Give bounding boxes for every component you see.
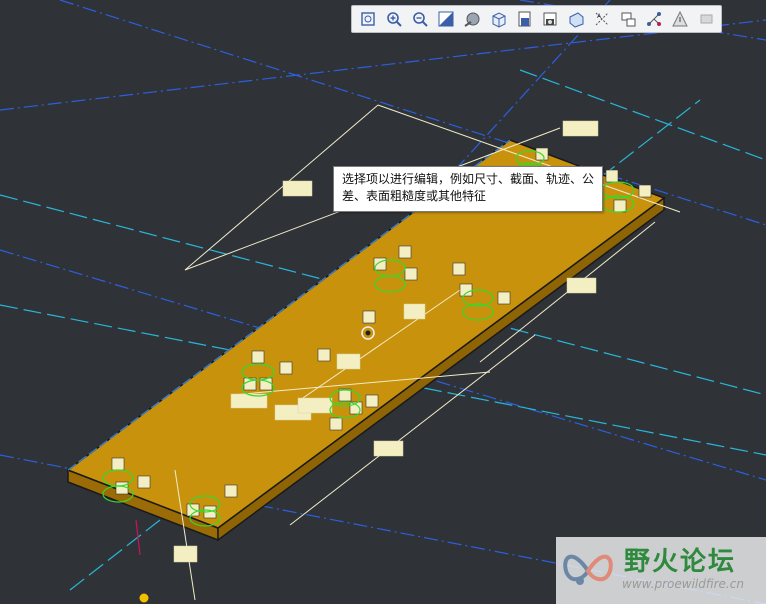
csys-origin-marker [138,592,150,604]
spin-center-button[interactable] [642,8,666,30]
saved-views-icon [518,11,531,27]
view-manager-button[interactable] [538,8,562,30]
model-scene[interactable] [0,0,766,604]
repaint-icon [438,11,454,27]
view-manager-icon [543,12,557,26]
repaint-button[interactable] [434,8,458,30]
display-style-button[interactable] [486,8,510,30]
perspective-button[interactable] [564,8,588,30]
appearance-icon [700,14,713,24]
3d-graphics-window[interactable]: A 选择项以进行编辑，例如尺寸、截面、轨迹、公差、表面粗糙度或其他特征 野火论坛… [0,0,766,604]
view-toolbar: A [351,5,722,33]
appearance-button[interactable] [694,8,718,30]
triad-icon [672,10,688,27]
zoom-in-button[interactable] [382,8,406,30]
spin-center-icon [647,12,661,26]
display-style-icon [492,12,506,28]
triad-button[interactable] [668,8,692,30]
watermark-name: 野火论坛 [624,547,737,577]
butterfly-logo-icon [563,554,613,585]
forum-watermark: 野火论坛 www.proewildfire.cn [556,537,766,604]
watermark-url: www.proewildfire.cn [622,577,744,591]
perspective-icon [569,12,584,28]
zoom-out-icon [413,12,428,27]
datum-display-icon: A [595,12,609,26]
refit-button[interactable] [356,8,380,30]
zoom-in-icon [387,12,402,27]
zoom-fit-icon [361,12,375,26]
saved-views-button[interactable] [512,8,536,30]
annotation-display-button[interactable] [616,8,640,30]
selection-tooltip: 选择项以进行编辑，例如尺寸、截面、轨迹、公差、表面粗糙度或其他特征 [333,166,603,212]
zoom-out-button[interactable] [408,8,432,30]
annotation-display-icon [621,12,636,27]
datum-display-button[interactable]: A [590,8,614,30]
shading-button[interactable] [460,8,484,30]
shading-icon [464,12,480,27]
